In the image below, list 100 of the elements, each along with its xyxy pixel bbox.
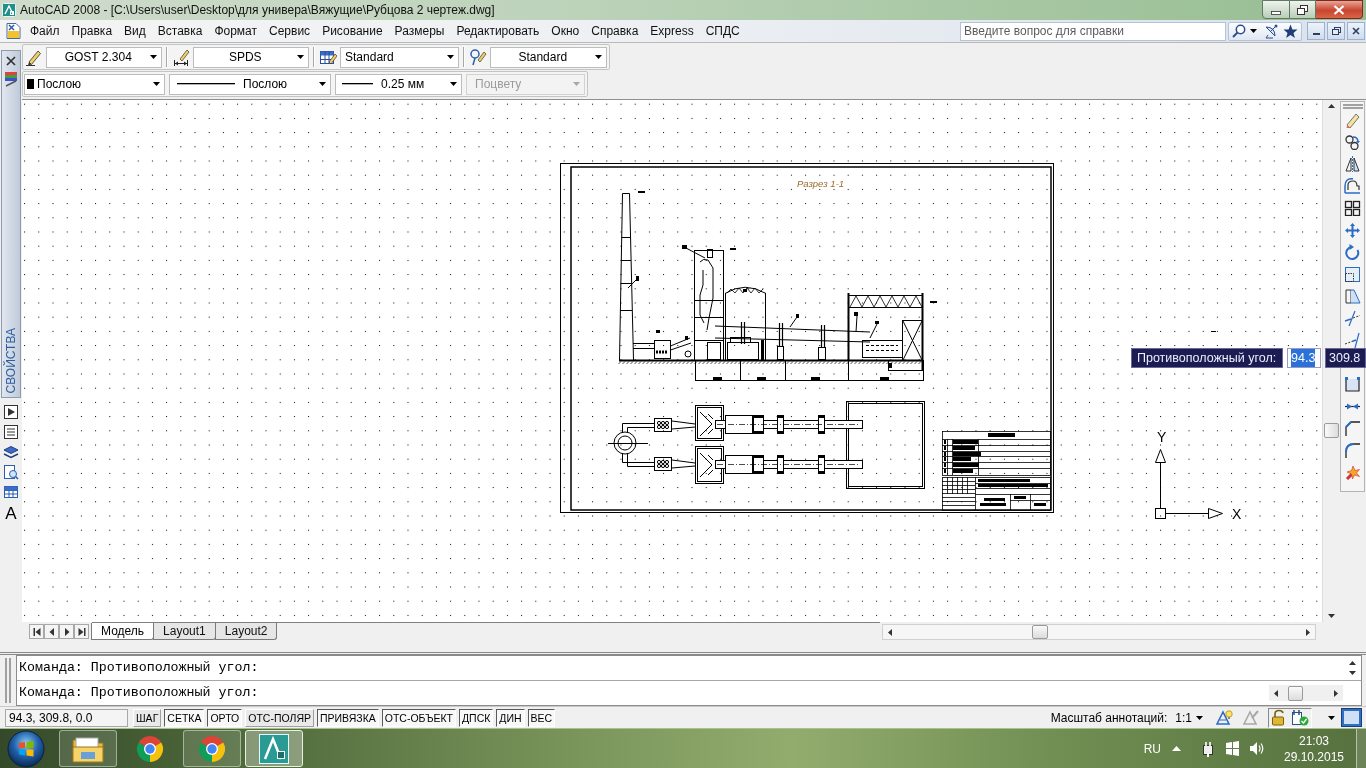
style-dropdown[interactable]: Standard: [340, 46, 459, 68]
scroll-thumb[interactable]: [1288, 685, 1303, 701]
satellite-dish-icon[interactable]: [1263, 23, 1279, 39]
status-toggle[interactable]: ОТС-ОБЪЕКТ: [381, 708, 456, 727]
flag-icon[interactable]: [1225, 741, 1240, 756]
layers-icon[interactable]: [3, 444, 19, 460]
minimize-button[interactable]: [1262, 0, 1290, 19]
menu-item[interactable]: Сервис: [263, 21, 317, 41]
status-toggle[interactable]: ШАГ: [133, 708, 162, 727]
pen-icon[interactable]: [25, 48, 43, 66]
minimize-button[interactable]: [1307, 22, 1325, 40]
line-to-edge-icon[interactable]: [1344, 332, 1361, 348]
parallel-curves-icon[interactable]: [1344, 178, 1361, 194]
status-toggle[interactable]: ОТС-ПОЛЯР: [245, 708, 314, 727]
taskbar-button[interactable]: [245, 730, 303, 767]
menu-item[interactable]: Файл: [24, 21, 66, 41]
starburst-icon[interactable]: [1344, 464, 1361, 480]
menu-item[interactable]: Вставка: [151, 21, 209, 41]
status-toggle[interactable]: СЕТКА: [164, 708, 205, 727]
scroll-left-icon[interactable]: [1274, 689, 1278, 697]
restore-button[interactable]: [1290, 0, 1316, 19]
next-tab-button[interactable]: [59, 624, 74, 639]
restore-button[interactable]: [1327, 22, 1345, 40]
rotate-arrow-icon[interactable]: [1344, 244, 1361, 260]
first-tab-button[interactable]: [29, 624, 44, 639]
menu-item[interactable]: Справка: [585, 21, 645, 41]
search-icon[interactable]: [1232, 24, 1246, 38]
scroll-thumb[interactable]: [1032, 625, 1048, 639]
style-dropdown[interactable]: SPDS: [192, 46, 309, 68]
triangle-bulb-icon[interactable]: [1216, 709, 1233, 726]
menu-item[interactable]: Правка: [65, 21, 119, 41]
board-check-icon[interactable]: [1291, 709, 1309, 726]
scroll-up-icon[interactable]: [1327, 104, 1335, 108]
clock-time[interactable]: 21:03: [1299, 732, 1329, 749]
four-squares-icon[interactable]: [1344, 200, 1361, 216]
close-icon[interactable]: [4, 54, 18, 68]
scroll-up-icon[interactable]: [1348, 661, 1356, 665]
style-dropdown[interactable]: Standard: [489, 46, 607, 68]
show-hidden-icons-icon[interactable]: [1172, 746, 1181, 751]
menu-item[interactable]: Формат: [208, 21, 264, 41]
scroll-right-icon[interactable]: [1306, 628, 1310, 636]
layout-tab[interactable]: Layout2: [214, 623, 278, 640]
mirrored-triangles-icon[interactable]: [1344, 156, 1361, 172]
scroll-down-icon[interactable]: [1348, 671, 1356, 675]
nested-squares-icon[interactable]: [1344, 266, 1361, 282]
trapezoid-icon[interactable]: [1344, 288, 1361, 304]
property-dropdown[interactable]: Послою: [24, 73, 165, 95]
page-zoom-icon[interactable]: [3, 464, 19, 480]
menu-item[interactable]: Рисование: [316, 21, 389, 41]
star-icon[interactable]: [1283, 23, 1298, 39]
menu-item[interactable]: Express: [644, 21, 700, 41]
play-box-icon[interactable]: [3, 404, 19, 420]
property-dropdown[interactable]: 0.25 мм: [335, 73, 462, 95]
dimension-pen-icon[interactable]: [171, 48, 190, 66]
clock-date[interactable]: 29.10.2015: [1283, 748, 1345, 765]
status-toggle[interactable]: ДПСК: [459, 708, 494, 727]
scroll-left-icon[interactable]: [888, 628, 892, 636]
status-toggle[interactable]: ДИН: [496, 708, 525, 727]
start-orb-icon[interactable]: [7, 729, 45, 768]
table-icon[interactable]: [3, 484, 19, 500]
rounded-corner-icon[interactable]: [1344, 442, 1361, 458]
text-tool[interactable]: A: [5, 504, 17, 524]
menu-item[interactable]: Вид: [118, 21, 152, 41]
help-search-field[interactable]: Введите вопрос для справки: [960, 21, 1226, 41]
balloon-pen-icon[interactable]: [468, 48, 487, 66]
layout-tab[interactable]: Layout1: [153, 623, 216, 640]
move-arrows-icon[interactable]: [1344, 222, 1361, 238]
language-indicator[interactable]: RU: [1143, 739, 1161, 758]
scroll-down-icon[interactable]: [1327, 614, 1335, 618]
plug-icon[interactable]: [1201, 740, 1215, 757]
menu-item[interactable]: Редактировать: [450, 21, 546, 41]
menu-item[interactable]: СПДС: [699, 21, 746, 41]
copy-circles-icon[interactable]: [1344, 134, 1361, 150]
status-toggle[interactable]: ПРИВЯЗКА: [317, 708, 379, 727]
status-toggle[interactable]: ОРТО: [207, 708, 243, 727]
menu-item[interactable]: Размеры: [388, 21, 451, 41]
last-tab-button[interactable]: [74, 624, 89, 639]
pencil-icon[interactable]: [1344, 112, 1361, 128]
framed-square-icon[interactable]: [1341, 708, 1362, 727]
annotation-scale-dropdown[interactable]: 1:1: [1175, 708, 1207, 727]
close-button[interactable]: [1347, 22, 1365, 40]
dynamic-input-field[interactable]: 94.3: [1287, 348, 1321, 368]
tricolor-ring-icon[interactable]: [136, 734, 164, 763]
beveled-corner-icon[interactable]: [1344, 420, 1361, 436]
dynamic-input-field[interactable]: 309.8: [1325, 348, 1366, 368]
close-button[interactable]: [1316, 0, 1363, 19]
color-stripes-icon[interactable]: [3, 71, 19, 87]
open-box-icon[interactable]: [1344, 376, 1361, 392]
crossing-lines-icon[interactable]: [1344, 310, 1361, 326]
scroll-thumb[interactable]: [1323, 423, 1339, 438]
style-dropdown[interactable]: GOST 2.304: [46, 46, 162, 68]
scroll-right-icon[interactable]: [1334, 689, 1338, 697]
layout-tab[interactable]: Модель: [91, 623, 155, 640]
property-dropdown[interactable]: Послою: [169, 73, 331, 95]
table-pen-icon[interactable]: [319, 48, 337, 66]
menu-item[interactable]: Окно: [545, 21, 586, 41]
list-icon[interactable]: [3, 424, 19, 440]
previous-tab-button[interactable]: [44, 624, 59, 639]
status-toggle[interactable]: ВЕС: [527, 708, 556, 727]
speaker-icon[interactable]: [1249, 741, 1265, 756]
